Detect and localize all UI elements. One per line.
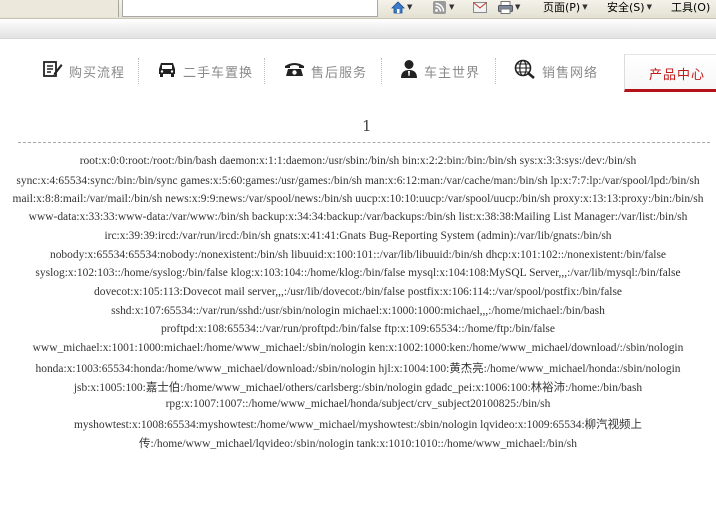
chevron-down-icon: ▼: [407, 3, 413, 11]
tools-menu-label: 工具(O): [671, 1, 711, 14]
phone-icon: [284, 61, 305, 81]
car-icon: [157, 61, 177, 81]
chevron-down-icon: ▼: [646, 3, 652, 11]
feeds-button[interactable]: ▼: [432, 0, 454, 14]
text-line: 传:/home/www_michael/lqvideo:/sbin/nologi…: [139, 438, 577, 450]
page-menu[interactable]: 页面(P) ▼: [543, 0, 588, 14]
text-line: honda:x:1003:65534:honda:/home/www_micha…: [35, 363, 681, 375]
toolbar-left-area: [0, 0, 119, 17]
address-field[interactable]: [122, 0, 378, 17]
text-line: nobody:x:65534:65534:nobody:/nonexistent…: [49, 249, 667, 261]
chevron-down-icon: ▼: [582, 3, 588, 11]
nav-item-label: 车主世界: [424, 65, 481, 81]
text-line: www-data:x:33:33:www-data:/var/www:/bin/…: [28, 211, 688, 223]
text-line: rpg:x:1007:1007::/home/www_michael/honda…: [165, 398, 551, 410]
chevron-down-icon: ▼: [515, 3, 521, 11]
nav-item-purchase-process[interactable]: 购买流程: [43, 52, 125, 90]
home-icon: [390, 0, 405, 14]
security-menu[interactable]: 安全(S) ▼: [607, 0, 652, 14]
edit-icon: [43, 60, 63, 82]
nav-item-sales-network[interactable]: 销售网络: [514, 52, 598, 90]
nav-divider: [138, 58, 139, 84]
nav-item-label: 购买流程: [69, 65, 126, 81]
text-line: root:x:0:0:root:/root:/bin/bash daemon:x…: [79, 155, 637, 167]
page-menu-label: 页面(P): [543, 1, 581, 14]
nav-item-label: 销售网络: [542, 65, 599, 81]
nav-item-label: 二手车置换: [183, 65, 254, 81]
text-line: www_michael:x:1001:1000:michael:/home/ww…: [32, 342, 684, 354]
security-menu-label: 安全(S): [607, 1, 645, 14]
text-line: sync:x:4:65534:sync:/bin:/bin/sync games…: [16, 175, 700, 187]
text-line: proftpd:x:108:65534::/var/run/proftpd:/b…: [160, 323, 555, 335]
nav-item-label: 产品中心: [649, 68, 706, 83]
tools-menu[interactable]: 工具(O): [671, 0, 710, 14]
chevron-down-icon: ▼: [449, 3, 455, 11]
text-line: irc:x:39:39:ircd:/var/run/ircd:/bin/sh g…: [104, 230, 612, 242]
home-button[interactable]: ▼: [390, 0, 412, 14]
nav-item-product-center[interactable]: 产品中心: [624, 54, 716, 92]
nav-item-used-car-trade[interactable]: 二手车置换: [157, 52, 253, 90]
rss-icon: [432, 0, 447, 14]
header-band: [0, 19, 716, 39]
nav-divider: [381, 58, 382, 84]
text-line: mail:x:8:8:mail:/var/mail:/bin/sh news:x…: [12, 193, 704, 205]
printer-icon: [498, 0, 513, 14]
text-line: myshowtest:x:1008:65534:myshowtest:/home…: [74, 419, 642, 431]
mail-icon: [472, 1, 487, 14]
nav-divider: [264, 58, 265, 84]
print-button[interactable]: ▼: [498, 0, 520, 14]
nav-divider: [495, 58, 496, 84]
nav-item-after-sales[interactable]: 售后服务: [284, 52, 367, 90]
globe-icon: [514, 59, 536, 83]
text-line: jsb:x:1005:100:嘉士伯:/home/www_michael/oth…: [73, 382, 643, 394]
user-icon: [400, 59, 418, 83]
mail-button[interactable]: [472, 0, 487, 14]
text-line: dovecot:x:105:113:Dovecot mail server,,,…: [93, 286, 623, 298]
main-nav: 购买流程 二手车置换 售后服务 车主世界 销售网络: [0, 52, 716, 90]
page-number: 1: [362, 117, 372, 135]
text-line: syslog:x:102:103::/home/syslog:/bin/fals…: [35, 267, 681, 279]
nav-item-owner-world[interactable]: 车主世界: [400, 52, 480, 90]
nav-item-label: 售后服务: [311, 65, 368, 81]
dashed-divider: [18, 142, 710, 143]
text-line: sshd:x:107:65534::/var/run/sshd:/usr/sbi…: [111, 305, 605, 317]
browser-toolbar: ▼ ▼ ▼ 页面(P) ▼ 安全(S) ▼ 工具(O): [0, 0, 716, 19]
